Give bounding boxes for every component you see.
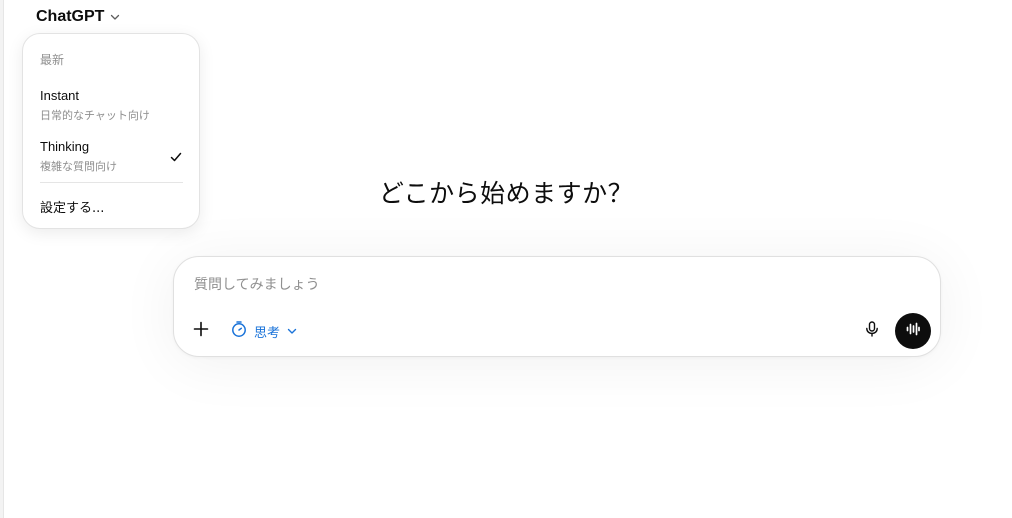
- menu-item-title: Thinking: [40, 139, 90, 154]
- menu-item-instant[interactable]: Instant 日常的なチャット向け: [31, 84, 191, 128]
- chevron-down-icon: [109, 11, 121, 23]
- plus-icon: [192, 320, 210, 342]
- chatgpt-home: ChatGPT 最新 Instant 日常的なチャット向け Thinking 複…: [0, 0, 1012, 518]
- checkmark-icon: [169, 149, 183, 168]
- page-title: どこから始めますか？: [378, 179, 634, 208]
- sidebar-edge: [0, 0, 4, 518]
- menu-section-label: 最新: [40, 53, 65, 67]
- menu-item-title: Instant: [40, 88, 80, 103]
- menu-item-thinking[interactable]: Thinking 複雑な質問向け: [31, 135, 191, 179]
- timer-icon: [230, 320, 248, 342]
- microphone-icon: [863, 320, 881, 342]
- prompt-input[interactable]: [194, 273, 834, 297]
- attach-button[interactable]: [187, 317, 215, 345]
- dictate-button[interactable]: [858, 317, 886, 345]
- menu-item-subtitle: 日常的なチャット向け: [40, 109, 150, 122]
- chevron-down-icon: [286, 322, 298, 341]
- menu-item-subtitle: 複雑な質問向け: [40, 160, 117, 173]
- voice-waveform-icon: [904, 320, 922, 342]
- voice-mode-button[interactable]: [895, 313, 931, 349]
- thinking-mode-button[interactable]: 思考: [226, 317, 302, 345]
- composer: 思考: [173, 256, 941, 357]
- model-name: ChatGPT: [36, 8, 105, 25]
- model-switcher-button[interactable]: ChatGPT: [30, 4, 127, 30]
- thinking-mode-label: 思考: [254, 325, 281, 341]
